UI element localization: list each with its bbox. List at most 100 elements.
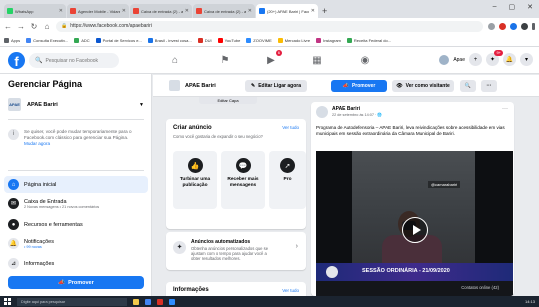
- search-page-button[interactable]: 🔍: [460, 80, 476, 92]
- clock[interactable]: 14:13: [525, 299, 535, 304]
- info-see-all-link[interactable]: Ver tudo: [282, 288, 299, 293]
- url-field[interactable]: 🔒 https://www.facebook.com/apaebariri: [56, 20, 483, 32]
- facebook-search[interactable]: 🔍: [29, 53, 119, 68]
- close-window-icon[interactable]: ✕: [527, 3, 533, 11]
- maximize-icon[interactable]: ▢: [509, 3, 516, 11]
- taskbar-app-icon[interactable]: [169, 298, 175, 305]
- online-contacts[interactable]: Contatos online (42): [461, 285, 499, 290]
- page-name: APAE Bariri: [27, 101, 58, 108]
- nav-home-icon[interactable]: ⌂: [166, 51, 184, 69]
- toolbar-page-name[interactable]: APAE Bariri: [169, 80, 216, 91]
- extension-icon[interactable]: [499, 22, 506, 30]
- video-player[interactable]: @camarabariri SESSÃO ORDINÁRIA - 21/09/2…: [316, 151, 513, 296]
- more-options-button[interactable]: ···: [481, 80, 497, 92]
- star-icon[interactable]: [488, 22, 495, 30]
- edit-cover-button[interactable]: Editar Capa: [199, 97, 257, 104]
- bookmark-item[interactable]: Mercado Livre: [277, 37, 310, 43]
- get-messages-option[interactable]: 💬 Receber mais mensagens: [221, 151, 265, 209]
- browser-tab[interactable]: Agender Mobile - Vidaresnte✕: [67, 4, 129, 18]
- chrome-icon[interactable]: [145, 298, 151, 305]
- bookmark-item[interactable]: ZOOVIME: [246, 37, 272, 43]
- home-icon: ⌂: [8, 179, 19, 190]
- user-name[interactable]: Apae: [453, 57, 465, 63]
- avatar[interactable]: [439, 54, 450, 65]
- profile-icon[interactable]: [521, 22, 528, 30]
- taskbar-search[interactable]: Digite aqui para pesquisar: [17, 297, 127, 306]
- new-tab-icon[interactable]: +: [322, 6, 327, 16]
- bookmark-item[interactable]: Portal de Servicos e...: [95, 37, 142, 43]
- bookmark-item[interactable]: Brasil - invest cosa...: [147, 37, 192, 43]
- minimize-icon[interactable]: –: [493, 3, 497, 11]
- close-tab-icon[interactable]: ✕: [122, 8, 126, 14]
- home-browser-icon[interactable]: ⌂: [43, 22, 51, 31]
- switch-now-link[interactable]: Mudar agora: [24, 141, 50, 146]
- nav-groups-icon[interactable]: ◉: [356, 51, 374, 69]
- view-as-visitor-button[interactable]: 👁 Ver como visitante: [392, 80, 454, 92]
- bookmark-item[interactable]: Consulta Executiv...: [26, 37, 68, 43]
- automated-ads-title: Anúncios automatizados: [191, 239, 251, 245]
- sidebar-item-home[interactable]: ⌂ Página inicial: [4, 176, 148, 193]
- bookmark-label: Portal de Servicos e...: [102, 37, 142, 43]
- bookmark-item[interactable]: Instagram: [316, 37, 341, 43]
- browser-tab[interactable]: Caixa de entrada (2) - apaeb✕: [130, 4, 192, 18]
- browser-tab[interactable]: WhatsApp ✕: [4, 4, 66, 18]
- back-icon[interactable]: ←: [4, 22, 12, 31]
- close-tab-icon[interactable]: ✕: [59, 8, 63, 14]
- boost-post-option[interactable]: 👍 Turbinar uma publicação: [173, 151, 217, 209]
- bookmark-item[interactable]: Apps: [4, 37, 21, 43]
- browser-tab-active[interactable]: (20+) APAE Bariri | Facebook✕: [256, 4, 318, 18]
- bookmark-label: Instagram: [323, 37, 341, 43]
- browser-tab[interactable]: Caixa de entrada (2) - apaeb✕: [193, 4, 255, 18]
- facebook-logo-icon[interactable]: f: [8, 52, 25, 69]
- menu-dots-icon[interactable]: [532, 22, 535, 30]
- automated-ads-card[interactable]: ✦ Anúncios automatizados Obtenha anúncio…: [166, 232, 306, 270]
- thumbs-up-icon: 👍: [187, 158, 203, 173]
- avatar[interactable]: [316, 106, 328, 118]
- option-label: Turbinar uma publicação: [179, 177, 211, 188]
- notifications-bell-icon[interactable]: 🔔: [503, 53, 516, 66]
- sidebar-item-notifications[interactable]: 🔔 Notificações • 99 novas: [4, 235, 148, 252]
- extension-icons: [488, 22, 535, 30]
- windows-start-icon[interactable]: [4, 298, 11, 305]
- close-tab-icon[interactable]: ✕: [311, 8, 315, 14]
- create-icon[interactable]: +: [469, 53, 482, 66]
- account-menu-icon[interactable]: ▾: [520, 53, 533, 66]
- promote-option[interactable]: ➚ Pro: [269, 151, 306, 209]
- file-explorer-icon[interactable]: [133, 298, 139, 305]
- manage-page-sidebar: Gerenciar Página APAE APAE Bariri ▼ i Se…: [0, 74, 152, 296]
- nav-marketplace-icon[interactable]: ▦: [308, 51, 326, 69]
- sidebar-item-sublabel: 2 Novas mensagens • 21 novos comentários: [24, 204, 100, 209]
- reload-icon[interactable]: ↻: [30, 22, 38, 31]
- promote-button[interactable]: 📣 Promover: [8, 276, 144, 289]
- nav-watch-icon[interactable]: ▶ 6: [262, 50, 282, 69]
- close-tab-icon[interactable]: ✕: [248, 8, 252, 14]
- sidebar-item-tools[interactable]: ● Recursos e ferramentas: [4, 216, 148, 233]
- bookmark-item[interactable]: ADC: [74, 37, 90, 43]
- search-icon: 🔍: [464, 83, 472, 89]
- bookmark-label: Apps: [11, 37, 21, 43]
- page-switcher[interactable]: APAE APAE Bariri ▼: [8, 98, 144, 111]
- play-button[interactable]: [402, 217, 428, 243]
- more-dots-icon[interactable]: ···: [502, 106, 508, 112]
- post-date[interactable]: 22 de setembro às 14:07 · 🌐: [332, 112, 382, 117]
- bookmark-item[interactable]: Receita Federal do...: [346, 37, 391, 43]
- bookmark-item[interactable]: DUI: [197, 37, 212, 43]
- sidebar-item-insights[interactable]: ⊿ Informações: [4, 255, 148, 272]
- nav-flag-icon[interactable]: ⚑: [216, 51, 234, 69]
- post-header: APAE Bariri 22 de setembro às 14:07 · 🌐: [316, 106, 382, 118]
- extension-icon[interactable]: [510, 22, 517, 30]
- taskbar-app-icon[interactable]: [157, 298, 163, 305]
- close-tab-icon[interactable]: ✕: [185, 8, 189, 14]
- forward-icon[interactable]: →: [17, 22, 25, 31]
- search-input[interactable]: [45, 57, 113, 64]
- bookmarks-bar: Apps Consulta Executiv... ADC Portal de …: [0, 34, 539, 47]
- create-ad-subtitle: Como você gostaria de expandir o seu neg…: [173, 134, 263, 139]
- sidebar-item-inbox[interactable]: ✉ Caixa de Entrada 2 Novas mensagens • 2…: [4, 195, 148, 212]
- bookmark-item[interactable]: YouTube: [217, 37, 240, 43]
- toolbar-promote-button[interactable]: 📣 Promover: [331, 80, 387, 92]
- edit-cta-button[interactable]: ✎ Editar Ligar agora: [245, 80, 307, 92]
- edit-cta-label: Editar Ligar agora: [258, 83, 301, 89]
- messenger-icon[interactable]: ✦ 9+: [486, 50, 503, 66]
- facebook-header: f 🔍 ⌂ ⚑ ▶6 ▦ ◉ Apae + ✦9+ 🔔 ▾: [0, 47, 539, 74]
- see-all-link[interactable]: Ver tudo: [282, 125, 299, 130]
